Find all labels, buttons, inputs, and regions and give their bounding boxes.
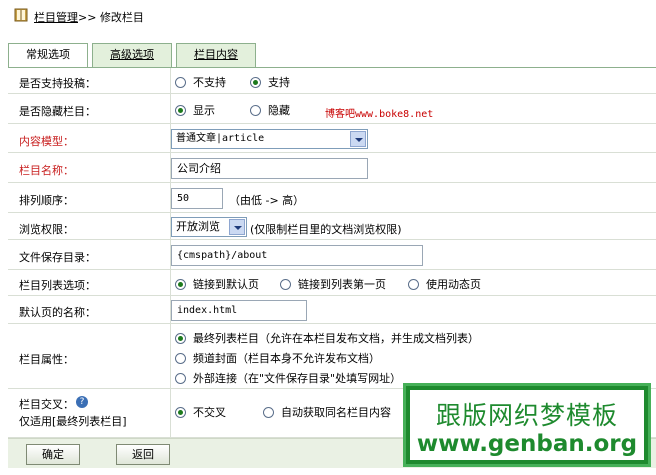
site-note: 博客吧www.boke8.net xyxy=(325,109,434,120)
name-input[interactable]: 公司介绍 xyxy=(171,158,368,179)
brand-watermark: 跟版网织梦模板 www.genban.org xyxy=(403,383,651,467)
radio-icon[interactable] xyxy=(263,406,274,418)
cross-auto-option[interactable]: 自动获取同名栏目内容 xyxy=(263,404,391,420)
radio-icon[interactable] xyxy=(175,76,186,88)
default-page-input[interactable]: index.html xyxy=(171,300,307,321)
top-bar: 栏目管理>> 修改栏目 xyxy=(0,0,656,34)
radio-icon[interactable] xyxy=(408,278,419,290)
list-option-label: 栏目列表选项： xyxy=(19,279,96,292)
allow-submit-no-option[interactable]: 不支持 xyxy=(175,74,226,90)
radio-icon[interactable] xyxy=(175,352,186,364)
hidden-show-option[interactable]: 显示 xyxy=(175,102,215,118)
cross-sublabel: 仅适用[最终列表栏目] xyxy=(19,415,127,428)
row-attribute: 栏目属性： 最终列表栏目（允许在本栏目发布文档，并生成文档列表） 频道封面（栏目… xyxy=(8,324,656,389)
back-button[interactable]: 返回 xyxy=(116,444,170,465)
sort-order-label: 排列顺序： xyxy=(19,194,74,207)
radio-checked-icon[interactable] xyxy=(175,278,186,290)
row-hidden: 是否隐藏栏目： 显示 隐藏 博客吧www.boke8.net xyxy=(8,94,656,124)
list-option-first-page[interactable]: 链接到列表第一页 xyxy=(280,276,386,292)
list-option-default[interactable]: 链接到默认页 xyxy=(175,276,259,292)
breadcrumb: 栏目管理>> 修改栏目 xyxy=(34,9,144,25)
default-page-label: 默认页的名称： xyxy=(19,306,96,319)
radio-checked-icon[interactable] xyxy=(175,104,186,116)
brand-panel: 跟版网织梦模板 www.genban.org xyxy=(410,390,644,460)
row-list-option: 栏目列表选项： 链接到默认页 链接到列表第一页 使用动态页 xyxy=(8,270,656,296)
hidden-hide-option[interactable]: 隐藏 xyxy=(250,102,290,118)
chevron-down-icon[interactable] xyxy=(229,219,245,235)
brand-url: www.genban.org xyxy=(416,431,638,457)
sort-order-input[interactable]: 50 xyxy=(171,188,223,209)
attribute-label: 栏目属性： xyxy=(19,353,74,366)
radio-checked-icon[interactable] xyxy=(175,406,186,418)
radio-checked-icon[interactable] xyxy=(250,76,261,88)
browse-permission-label: 浏览权限： xyxy=(19,223,74,236)
radio-icon[interactable] xyxy=(175,372,186,384)
help-icon[interactable]: ? xyxy=(76,396,88,408)
brand-title: 跟版网织梦模板 xyxy=(435,401,618,430)
content-model-select[interactable]: 普通文章|article xyxy=(171,129,368,149)
browse-permission-select[interactable]: 开放浏览 xyxy=(171,217,247,237)
allow-submit-label: 是否支持投稿： xyxy=(19,77,96,90)
row-sort-order: 排列顺序： 50 （由低 -> 高） xyxy=(8,183,656,213)
content-model-label: 内容模型： xyxy=(19,135,74,148)
attribute-channel-cover[interactable]: 频道封面（栏目本身不允许发布文档） xyxy=(175,350,380,366)
breadcrumb-separator: >> xyxy=(78,11,97,24)
tab-content[interactable]: 栏目内容 xyxy=(176,43,256,67)
list-option-dynamic[interactable]: 使用动态页 xyxy=(408,276,481,292)
attribute-external-link[interactable]: 外部连接（在"文件保存目录"处填写网址） xyxy=(175,370,401,386)
attribute-final-list[interactable]: 最终列表栏目（允许在本栏目发布文档，并生成文档列表） xyxy=(175,330,479,346)
row-name: 栏目名称： 公司介绍 xyxy=(8,153,656,183)
cross-none-option[interactable]: 不交叉 xyxy=(175,404,226,420)
book-icon xyxy=(14,8,28,22)
ok-button[interactable]: 确定 xyxy=(26,444,80,465)
radio-icon[interactable] xyxy=(250,104,261,116)
tab-general[interactable]: 常规选项 xyxy=(8,43,88,68)
breadcrumb-current: 修改栏目 xyxy=(99,11,144,24)
radio-icon[interactable] xyxy=(280,278,291,290)
hidden-label: 是否隐藏栏目： xyxy=(19,105,96,118)
chevron-down-icon[interactable] xyxy=(350,131,366,147)
save-dir-input[interactable]: {cmspath}/about xyxy=(171,245,423,266)
row-save-dir: 文件保存目录： {cmspath}/about xyxy=(8,240,656,270)
radio-checked-icon[interactable] xyxy=(175,332,186,344)
breadcrumb-section-link[interactable]: 栏目管理 xyxy=(34,11,78,24)
cross-label: 栏目交叉：? xyxy=(19,396,88,412)
tab-advanced[interactable]: 高级选项 xyxy=(92,43,172,67)
browse-permission-hint: (仅限制栏目里的文档浏览权限) xyxy=(250,223,402,236)
row-default-page: 默认页的名称： index.html xyxy=(8,296,656,324)
row-content-model: 内容模型： 普通文章|article xyxy=(8,124,656,153)
allow-submit-yes-option[interactable]: 支持 xyxy=(250,74,290,90)
name-label: 栏目名称： xyxy=(19,164,74,177)
row-allow-submit: 是否支持投稿： 不支持 支持 xyxy=(8,68,656,94)
sort-order-hint: （由低 -> 高） xyxy=(229,194,305,207)
save-dir-label: 文件保存目录： xyxy=(19,251,96,264)
row-browse-permission: 浏览权限： 开放浏览 (仅限制栏目里的文档浏览权限) xyxy=(8,213,656,240)
